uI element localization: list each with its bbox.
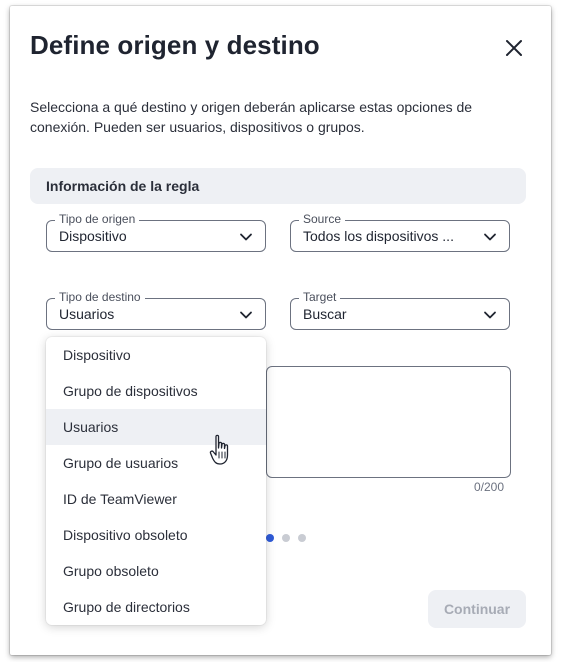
- step-dot-active: [266, 534, 274, 542]
- dropdown-option[interactable]: Dispositivo obsoleto: [46, 517, 266, 553]
- origin-type-value: Dispositivo: [59, 228, 127, 244]
- source-value: Todos los dispositivos ...: [303, 228, 454, 244]
- section-title: Información de la regla: [46, 178, 200, 194]
- target-select[interactable]: Target Buscar: [290, 290, 510, 330]
- chevron-down-icon: [484, 233, 496, 241]
- origin-type-label: Tipo de origen: [55, 212, 140, 226]
- target-label: Target: [299, 290, 341, 304]
- close-icon[interactable]: [502, 36, 526, 60]
- dialog: Define origen y destino Selecciona a qué…: [10, 6, 551, 655]
- hand-pointer-icon: [209, 434, 229, 465]
- dropdown-option[interactable]: Grupo obsoleto: [46, 553, 266, 589]
- destination-type-label: Tipo de destino: [55, 290, 145, 304]
- source-label: Source: [299, 212, 346, 226]
- step-dot: [298, 534, 306, 542]
- dropdown-option[interactable]: Dispositivo: [46, 337, 266, 373]
- dialog-title: Define origen y destino: [30, 30, 320, 60]
- character-counter: 0/200: [474, 480, 505, 494]
- comment-textarea[interactable]: [266, 366, 511, 478]
- section-header: Información de la regla: [30, 168, 526, 204]
- dropdown-option[interactable]: Grupo de directorios: [46, 589, 266, 625]
- dialog-description: Selecciona a qué destino y origen deberá…: [30, 99, 473, 135]
- destination-type-select[interactable]: Tipo de destino Usuarios: [46, 290, 266, 330]
- origin-type-select[interactable]: Tipo de origen Dispositivo: [46, 212, 266, 252]
- target-value: Buscar: [303, 306, 347, 322]
- chevron-down-icon: [484, 311, 496, 319]
- dropdown-option[interactable]: Grupo de dispositivos: [46, 373, 266, 409]
- step-dot: [282, 534, 290, 542]
- destination-type-dropdown: Dispositivo Grupo de dispositivos Usuari…: [46, 337, 266, 625]
- continue-button[interactable]: Continuar: [428, 590, 526, 628]
- chevron-down-icon: [240, 233, 252, 241]
- source-select[interactable]: Source Todos los dispositivos ...: [290, 212, 510, 252]
- chevron-down-icon: [240, 311, 252, 319]
- dropdown-option[interactable]: ID de TeamViewer: [46, 481, 266, 517]
- destination-type-value: Usuarios: [59, 306, 115, 322]
